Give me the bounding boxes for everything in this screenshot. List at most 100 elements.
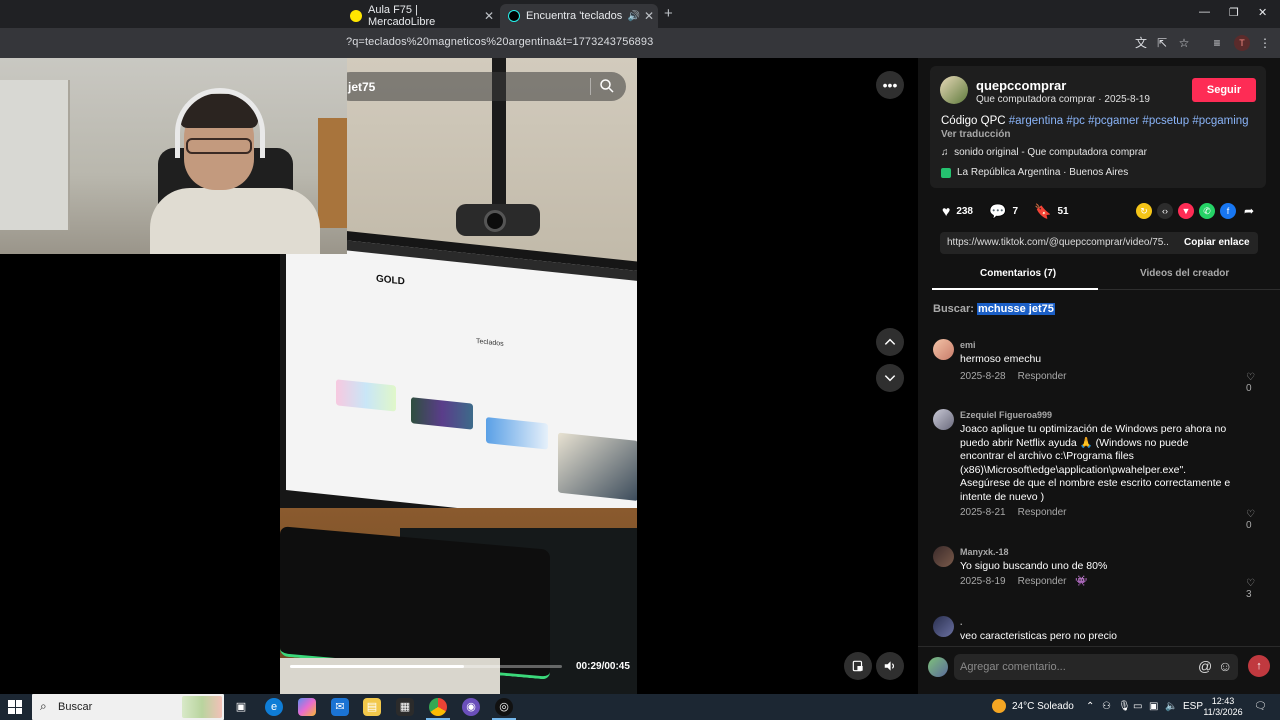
url-field[interactable]: ?q=teclados%20magneticos%20argentina&t=1… xyxy=(346,36,653,48)
commenter-avatar[interactable] xyxy=(933,546,954,567)
minimize-button[interactable]: — xyxy=(1199,6,1210,18)
progress-fill xyxy=(290,665,465,668)
menu-kebab-icon[interactable]: ⋮ xyxy=(1258,36,1272,50)
install-app-icon[interactable]: ⇱ xyxy=(1155,36,1169,50)
media-control-icon[interactable]: ≡ xyxy=(1210,36,1224,50)
repost-icon[interactable]: ↻ xyxy=(1136,203,1152,219)
reply-button[interactable]: Responder xyxy=(1018,371,1067,382)
restore-button[interactable]: ❐ xyxy=(1229,6,1239,19)
store-icon[interactable]: ▦ xyxy=(396,698,414,716)
post-comment-button[interactable]: ↑ xyxy=(1248,655,1270,677)
creator-username[interactable]: quepccomprar xyxy=(976,78,1066,93)
bookmark-icon[interactable]: 🔖 xyxy=(1034,203,1051,220)
windows-start-icon[interactable] xyxy=(8,700,22,714)
taskbar-search[interactable]: ⌕ Buscar xyxy=(32,694,224,720)
bookmark-star-icon[interactable]: ☆ xyxy=(1177,36,1191,50)
whatsapp-icon[interactable]: ✆ xyxy=(1199,203,1215,219)
creator-avatar[interactable] xyxy=(940,76,968,104)
speaker-icon[interactable]: 🔈 xyxy=(1165,701,1177,712)
volume-button[interactable] xyxy=(876,652,904,680)
close-tab-icon[interactable]: ✕ xyxy=(480,9,498,23)
hashtag[interactable]: #pcgaming xyxy=(1192,115,1248,127)
tray-app-icon[interactable]: ⚇ xyxy=(1102,701,1111,712)
system-clock[interactable]: 12:43 11/3/2026 xyxy=(1200,696,1246,718)
obs-icon[interactable]: ◎ xyxy=(495,698,513,716)
comment-like[interactable]: ♡ 0 xyxy=(1246,509,1263,531)
previous-video-button[interactable] xyxy=(876,328,904,356)
tab-creator-videos[interactable]: Videos del creador xyxy=(1140,268,1229,279)
tab-tiktok[interactable]: Encuentra 'teclados magnet 🔊 ✕ xyxy=(500,4,658,28)
description-text: Código QPC xyxy=(941,115,1009,127)
embed-icon[interactable]: ‹› xyxy=(1157,203,1173,219)
comment-like[interactable]: ♡ 3 xyxy=(1246,578,1263,600)
search-icon[interactable] xyxy=(598,77,616,95)
translate-icon[interactable]: 文 xyxy=(1134,36,1148,50)
taskbar-search-label: Buscar xyxy=(58,701,93,713)
hashtag[interactable]: #argentina xyxy=(1009,115,1063,127)
new-tab-button[interactable]: + xyxy=(664,5,673,22)
comment-like[interactable]: ♡ 0 xyxy=(1246,372,1263,394)
hashtag[interactable]: #pc xyxy=(1066,115,1085,127)
mention-icon[interactable]: @ xyxy=(1198,658,1212,674)
tab-comments[interactable]: Comentarios (7) xyxy=(980,268,1056,279)
share-arrow-icon[interactable]: ➦ xyxy=(1241,203,1257,219)
reply-button[interactable]: Responder xyxy=(1018,576,1067,587)
video-description: Código QPC #argentina #pc #pcgamer #pcse… xyxy=(941,115,1249,127)
copilot-icon[interactable] xyxy=(298,698,316,716)
search-prefix: Buscar: xyxy=(933,303,974,315)
discord-icon[interactable]: ◉ xyxy=(462,698,480,716)
copy-link-button[interactable]: Copiar enlace xyxy=(1184,237,1250,248)
follow-button[interactable]: Seguir xyxy=(1192,78,1256,102)
tab-title: Aula F75 | MercadoLibre xyxy=(368,4,436,28)
send-friends-icon[interactable]: ▼ xyxy=(1178,203,1194,219)
commenter-avatar[interactable] xyxy=(933,409,954,430)
profile-avatar[interactable]: T xyxy=(1234,35,1250,51)
hashtag[interactable]: #pcsetup xyxy=(1142,115,1189,127)
show-hidden-icons[interactable]: ⌃ xyxy=(1086,701,1094,712)
my-avatar xyxy=(928,657,948,677)
tab-mercadolibre[interactable]: Aula F75 | MercadoLibre ✕ xyxy=(348,4,498,28)
commenter-name[interactable]: Manyxk.-18 xyxy=(960,547,1009,557)
notifications-icon[interactable]: 🗨 xyxy=(1254,701,1267,712)
commenter-avatar[interactable] xyxy=(933,339,954,360)
weather-widget[interactable]: 24°C Soleado xyxy=(992,699,1074,713)
heart-icon[interactable]: ♥ xyxy=(942,203,950,219)
comment-input[interactable]: Agregar comentario... @ ☺ xyxy=(954,654,1238,680)
close-tab-icon[interactable]: ✕ xyxy=(640,9,658,23)
more-options-button[interactable]: ••• xyxy=(876,71,904,99)
video-search-bar[interactable]: jet75 xyxy=(336,72,626,101)
emoji-icon[interactable]: ☺ xyxy=(1218,658,1232,674)
speaker-icon[interactable]: 🔊 xyxy=(627,11,639,22)
video-progress-bar[interactable] xyxy=(290,665,562,668)
hashtag[interactable]: #pcgamer xyxy=(1088,115,1139,127)
commenter-name[interactable]: emi xyxy=(960,340,976,350)
comment-icon[interactable]: 💬 xyxy=(989,203,1006,220)
related-search[interactable]: Buscar: mchusse jet75 xyxy=(933,303,1055,315)
webcam-overlay xyxy=(0,58,347,254)
chrome-icon[interactable] xyxy=(429,698,447,716)
tray-display-icon[interactable]: ▭ xyxy=(1133,701,1142,712)
edge-icon[interactable]: e xyxy=(265,698,283,716)
location-icon xyxy=(941,167,951,178)
reply-button[interactable]: Responder xyxy=(1018,507,1067,518)
floating-player-button[interactable] xyxy=(844,652,872,680)
file-explorer-icon[interactable]: ▤ xyxy=(363,698,381,716)
music-row[interactable]: ♫ sonido original - Que computadora comp… xyxy=(941,147,1147,158)
sun-icon xyxy=(992,699,1006,713)
commenter-avatar[interactable] xyxy=(933,616,954,637)
search-highlight-image xyxy=(182,696,222,718)
network-icon[interactable]: ▣ xyxy=(1149,701,1158,712)
commenter-name[interactable]: Ezequiel Figueroa999 xyxy=(960,410,1052,420)
close-window-button[interactable]: ✕ xyxy=(1258,6,1267,19)
comment-meta: 2025-8-19 Responder 👾 xyxy=(960,576,1088,587)
commenter-name[interactable]: . xyxy=(960,617,963,627)
search-suggestion[interactable]: mchusse jet75 xyxy=(977,303,1055,315)
see-translation-link[interactable]: Ver traducción xyxy=(941,129,1010,140)
tiktok-icon xyxy=(508,10,520,22)
next-video-button[interactable] xyxy=(876,364,904,392)
outlook-icon[interactable]: ✉ xyxy=(331,698,349,716)
facebook-icon[interactable]: f xyxy=(1220,203,1236,219)
microphone-icon[interactable]: 🎙 xyxy=(1118,701,1131,712)
task-view-icon[interactable]: ▣ xyxy=(232,698,250,716)
location-row[interactable]: La República Argentina · Buenos Aires xyxy=(941,167,1128,178)
